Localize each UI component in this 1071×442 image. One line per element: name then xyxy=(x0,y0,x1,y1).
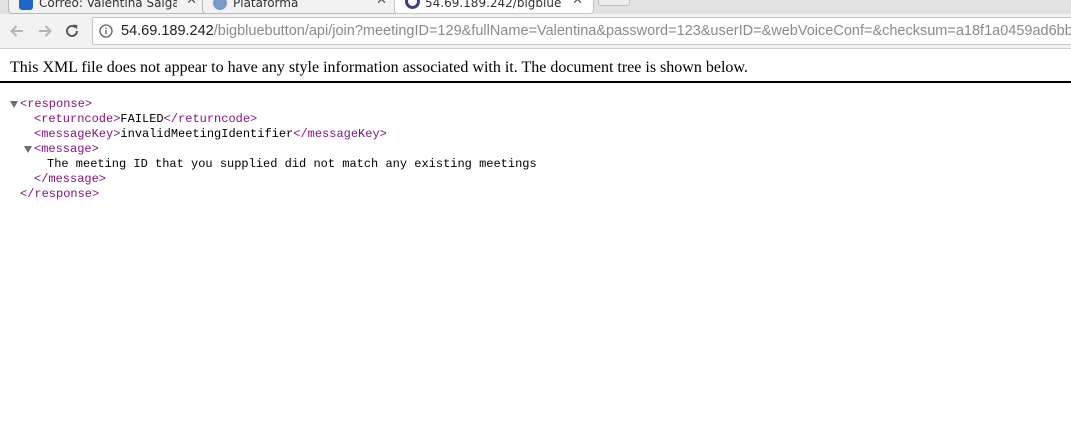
collapse-triangle-icon[interactable] xyxy=(24,146,32,153)
url-text[interactable]: 54.69.189.242/bigbluebutton/api/join?mee… xyxy=(121,23,1071,39)
tab-title: Plataforma xyxy=(233,0,299,10)
tab-plataforma[interactable]: Plataforma ✕ xyxy=(202,0,398,14)
xml-tag-message-close: </message> xyxy=(34,172,107,186)
tab-title: Correo: Valentina Salgado xyxy=(39,0,177,10)
xml-tag: <returncode> xyxy=(34,112,121,126)
xml-tag-message-open: <message> xyxy=(34,142,99,156)
xml-tag-response-open: <response> xyxy=(20,97,93,111)
reload-icon xyxy=(66,24,78,37)
xml-tree: <response> <returncode>FAILED</returncod… xyxy=(0,97,537,442)
tab-close-icon[interactable]: ✕ xyxy=(186,0,197,8)
xml-style-notice: This XML file does not appear to have an… xyxy=(10,59,748,76)
collapse-triangle-icon[interactable] xyxy=(10,101,18,108)
tab-correo[interactable]: Correo: Valentina Salgado ✕ xyxy=(8,0,208,14)
tab-close-icon[interactable]: ✕ xyxy=(572,0,583,8)
xml-tag: <messageKey> xyxy=(34,127,121,141)
xml-element-returncode: <returncode>FAILED</returncode> xyxy=(34,112,257,127)
new-tab-button[interactable] xyxy=(598,0,630,6)
browser-toolbar: 54.69.189.242/bigbluebutton/api/join?mee… xyxy=(0,14,1071,49)
outlook-favicon-icon xyxy=(19,0,33,10)
moodle-favicon-icon xyxy=(213,0,227,10)
tab-strip: Correo: Valentina Salgado ✕ Plataforma ✕… xyxy=(0,0,1071,14)
bigbluebutton-favicon-icon xyxy=(405,0,420,9)
address-bar[interactable]: 54.69.189.242/bigbluebutton/api/join?mee… xyxy=(92,17,1071,45)
url-path: /bigbluebutton/api/join?meetingID=129&fu… xyxy=(213,23,1071,39)
tab-close-icon[interactable]: ✕ xyxy=(376,0,387,8)
xml-element-messagekey: <messageKey>invalidMeetingIdentifier</me… xyxy=(34,127,387,142)
xml-text-value: FAILED xyxy=(120,112,164,126)
xml-text-value: invalidMeetingIdentifier xyxy=(120,127,294,141)
xml-text-message: The meeting ID that you supplied did not… xyxy=(47,157,537,171)
xml-tag: </messageKey> xyxy=(293,127,387,141)
xml-tag: </returncode> xyxy=(163,112,258,126)
tab-title: 54.69.189.242/bigblue xyxy=(425,0,562,10)
divider xyxy=(0,81,1071,83)
reload-button[interactable] xyxy=(61,20,83,42)
forward-button[interactable] xyxy=(34,20,56,42)
xml-tag-response-close: </response> xyxy=(20,187,100,201)
back-arrow-icon xyxy=(10,25,23,37)
back-button[interactable] xyxy=(6,20,28,42)
tab-bigbluebutton[interactable]: 54.69.189.242/bigblue ✕ xyxy=(394,0,594,14)
forward-arrow-icon xyxy=(39,25,52,37)
site-info-icon[interactable] xyxy=(99,24,113,38)
url-host: 54.69.189.242 xyxy=(121,23,214,39)
